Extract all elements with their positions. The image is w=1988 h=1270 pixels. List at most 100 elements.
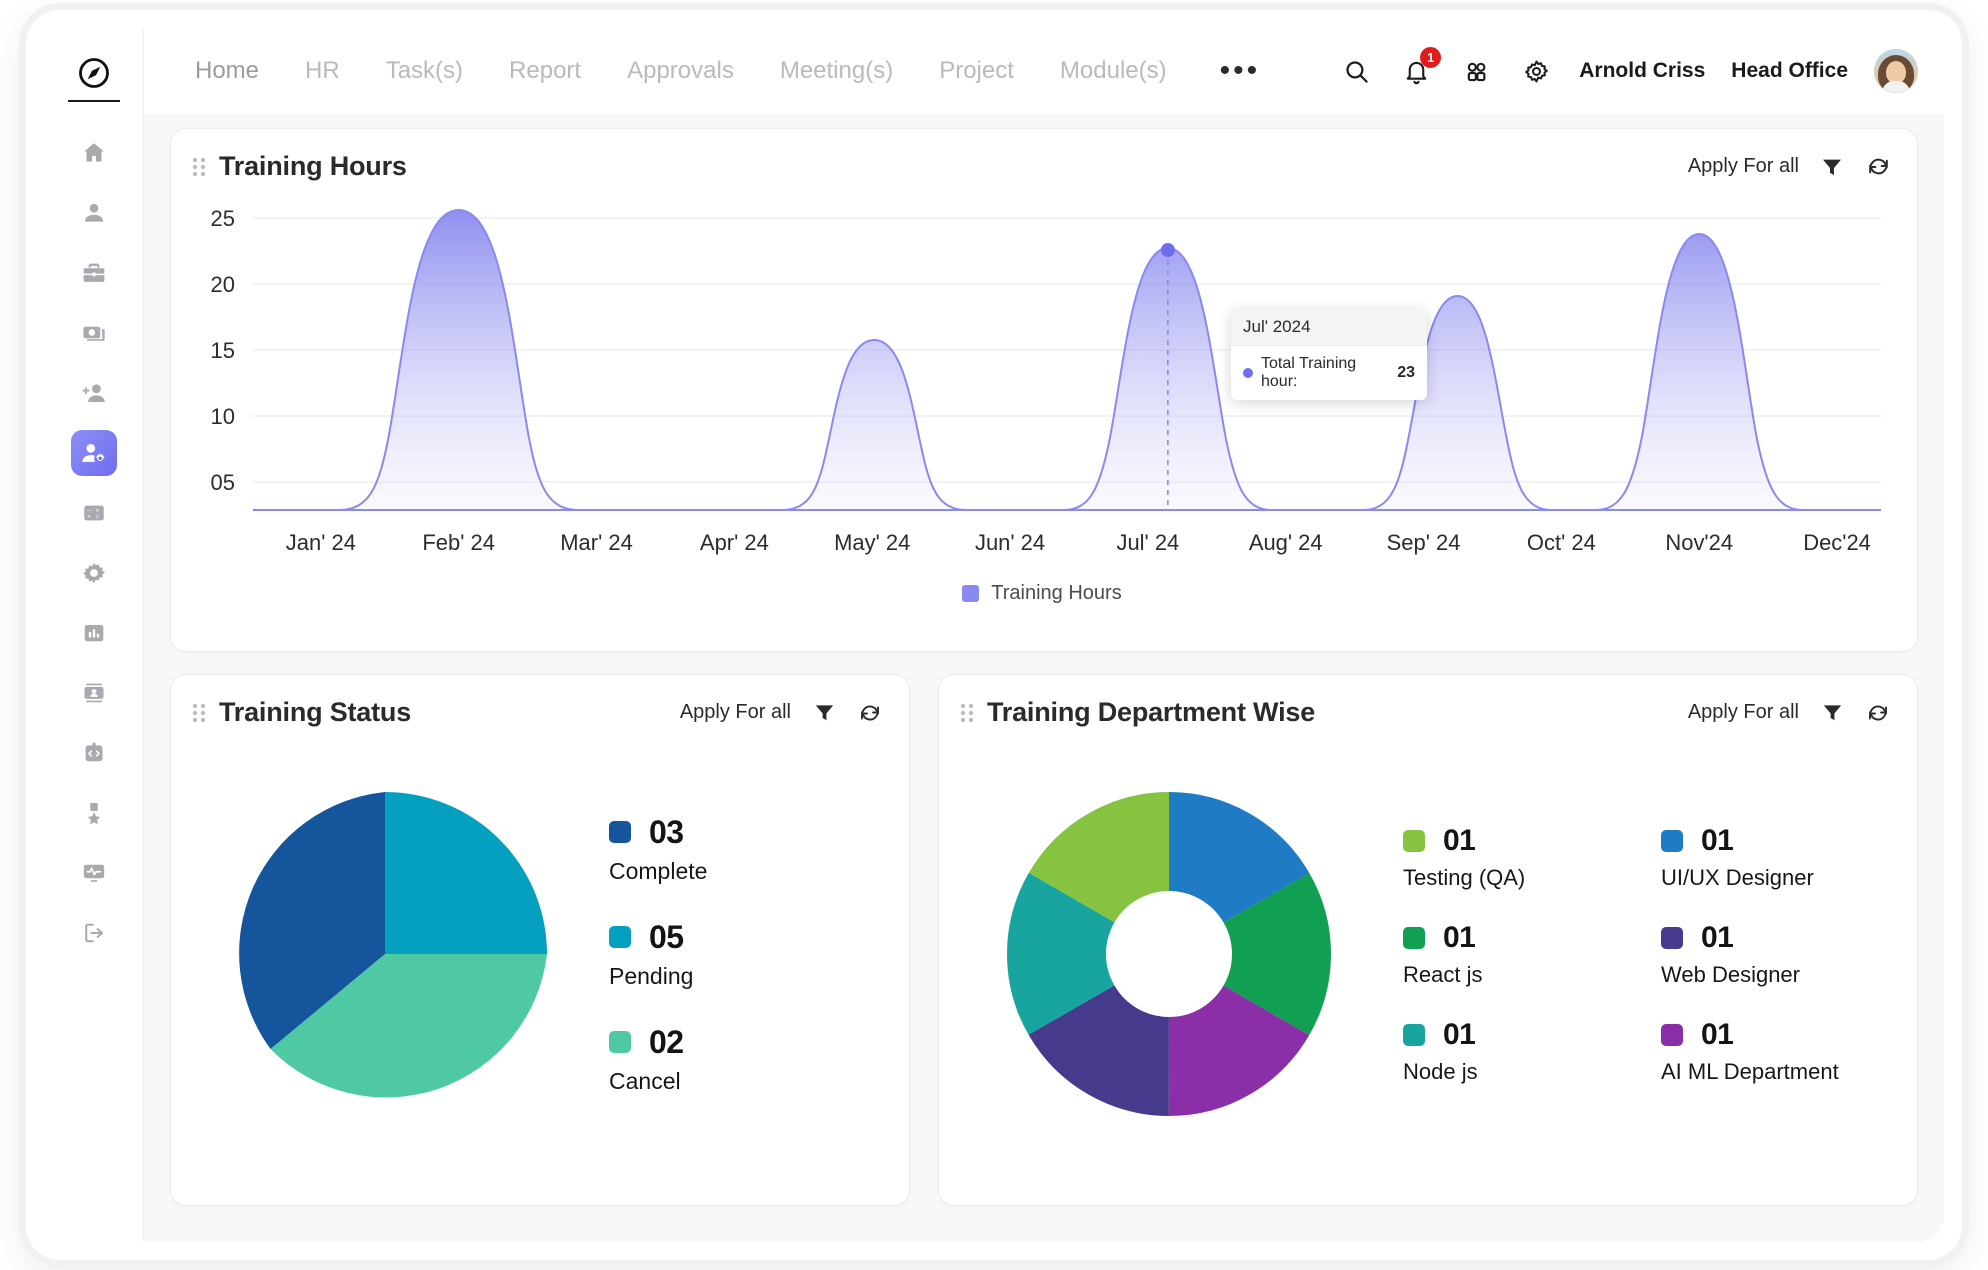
legend-label-testing-qa: Testing (QA) [1403,865,1631,891]
dashboard-content: Training Hours Apply For all [144,114,1944,1242]
svg-text:05: 05 [211,470,235,495]
apply-for-all-button[interactable]: Apply For all [1688,155,1799,178]
svg-text:Sep' 24: Sep' 24 [1387,530,1461,555]
legend-label-node-js: Node js [1403,1059,1631,1085]
chart-tooltip: Jul' 2024 Total Training hour: 23 [1231,309,1427,400]
pie-chart-svg [205,774,565,1134]
sidebar-item-id-card[interactable] [71,670,117,716]
training-department-body: 01 Testing (QA) 01 UI/UX Designer [939,734,1917,1164]
nav-link-hr[interactable]: HR [282,57,363,85]
training-hours-chart: 25 20 15 10 05 Jan' 24 Feb' 24 [171,188,1917,605]
browser-window: −×+= H [26,10,1962,1260]
refresh-icon[interactable] [1865,154,1891,180]
tooltip-period: Jul' 2024 [1231,309,1427,346]
legend-swatch-training-hours [962,585,979,602]
legend-label-pending: Pending [609,963,707,990]
sidebar-item-payroll[interactable] [71,310,117,356]
legend-swatch-web-designer [1661,927,1683,949]
svg-text:Mar' 24: Mar' 24 [560,530,633,555]
nav-link-project[interactable]: Project [916,57,1037,85]
svg-text:Nov'24: Nov'24 [1665,530,1733,555]
svg-text:Feb' 24: Feb' 24 [422,530,495,555]
tooltip-body: Total Training hour: 23 [1231,346,1427,400]
sidebar-item-add-person[interactable] [71,370,117,416]
nav-link-report[interactable]: Report [486,57,604,85]
nav-link-modules[interactable]: Module(s) [1037,57,1190,85]
highlight-point [1161,243,1175,257]
legend-swatch-node-js [1403,1024,1425,1046]
sidebar-item-settings[interactable] [71,550,117,596]
training-hours-title: Training Hours [219,151,407,182]
user-name-label[interactable]: Arnold Criss [1579,59,1705,83]
search-icon[interactable] [1339,54,1373,88]
refresh-icon[interactable] [1865,700,1891,726]
legend-swatch-complete [609,821,631,843]
training-department-title: Training Department Wise [987,697,1315,728]
legend-value-complete: 03 [649,814,684,851]
sidebar-item-person-settings[interactable] [71,430,117,476]
sidebar-item-person[interactable] [71,190,117,236]
nav-link-home[interactable]: Home [172,57,282,85]
svg-text:25: 25 [211,206,235,231]
legend-item-pending: 05 Pending [609,919,707,990]
nav-overflow-icon[interactable]: ••• [1190,66,1291,76]
legend-swatch-testing-qa [1403,830,1425,852]
legend-swatch-uiux-designer [1661,830,1683,852]
gear-icon[interactable] [1519,54,1553,88]
sidebar-item-monitor-pulse[interactable] [71,850,117,896]
legend-value-pending: 05 [649,919,684,956]
training-department-card: Training Department Wise Apply For all [938,674,1918,1206]
drag-handle-icon[interactable] [961,702,975,724]
tooltip-value: 23 [1397,364,1415,382]
pie-slice-pending[interactable] [385,792,547,954]
training-status-pie [195,774,575,1134]
legend-swatch-ai-ml-department [1661,1024,1683,1046]
sidebar-item-code-clipboard[interactable] [71,730,117,776]
bell-icon[interactable]: 1 [1399,54,1433,88]
legend-value-react-js: 01 [1443,921,1475,955]
filter-funnel-icon[interactable] [811,700,837,726]
drag-handle-icon[interactable] [193,156,207,178]
filter-funnel-icon[interactable] [1819,700,1845,726]
legend-item-cancel: 02 Cancel [609,1024,707,1095]
training-status-actions: Apply For all [680,700,883,726]
filter-funnel-icon[interactable] [1819,154,1845,180]
training-hours-legend: Training Hours [193,582,1891,605]
grid-apps-icon[interactable] [1459,54,1493,88]
legend-label-complete: Complete [609,858,707,885]
training-hours-header: Training Hours Apply For all [171,129,1917,188]
sidebar-item-home[interactable] [71,130,117,176]
refresh-icon[interactable] [857,700,883,726]
legend-label-uiux-designer: UI/UX Designer [1661,865,1893,891]
compass-logo-icon[interactable] [68,50,120,102]
legend-item-testing-qa: 01 Testing (QA) [1403,824,1631,891]
legend-value-uiux-designer: 01 [1701,824,1733,858]
sidebar-item-logout[interactable] [71,910,117,956]
legend-item-uiux-designer: 01 UI/UX Designer [1661,824,1893,891]
legend-item-node-js: 01 Node js [1403,1018,1631,1085]
svg-text:Jun' 24: Jun' 24 [975,530,1045,555]
user-avatar[interactable] [1874,49,1918,93]
training-hours-actions: Apply For all [1688,154,1891,180]
office-name-label[interactable]: Head Office [1731,59,1848,83]
training-status-card: Training Status Apply For all [170,674,910,1206]
training-status-legend: 03 Complete 05 Pending [575,814,707,1095]
sidebar-item-medal[interactable] [71,790,117,836]
drag-handle-icon[interactable] [193,702,207,724]
legend-label-training-hours: Training Hours [991,582,1121,605]
sidebar-item-briefcase[interactable] [71,250,117,296]
legend-label-cancel: Cancel [609,1068,707,1095]
svg-text:10: 10 [211,404,235,429]
nav-link-meetings[interactable]: Meeting(s) [757,57,916,85]
apply-for-all-button[interactable]: Apply For all [1688,701,1799,724]
nav-link-tasks[interactable]: Task(s) [363,57,486,85]
training-status-header: Training Status Apply For all [171,675,909,734]
training-department-actions: Apply For all [1688,700,1891,726]
sidebar-item-calculator[interactable]: −×+= [71,490,117,536]
svg-text:May' 24: May' 24 [834,530,910,555]
legend-swatch-pending [609,926,631,948]
apply-for-all-button[interactable]: Apply For all [680,701,791,724]
sidebar-item-reports[interactable] [71,610,117,656]
nav-link-approvals[interactable]: Approvals [604,57,757,85]
svg-text:=: = [95,513,99,520]
